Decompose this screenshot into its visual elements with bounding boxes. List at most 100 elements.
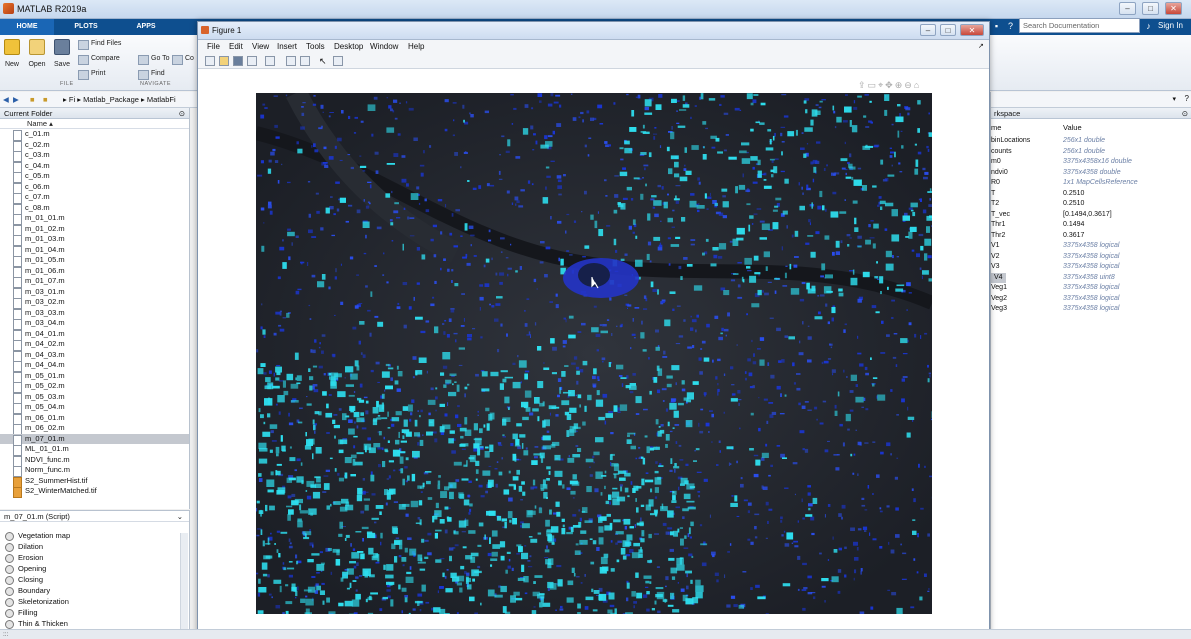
menu-desktop[interactable]: Desktop xyxy=(334,40,363,54)
breadcrumb[interactable]: ▸ Fi ▸ Matlab_Package ▸ MatlabFi xyxy=(63,92,176,108)
menu-help[interactable]: Help xyxy=(408,40,424,54)
pointer-icon[interactable]: ↖ xyxy=(319,56,329,66)
print-button[interactable]: Print xyxy=(78,68,105,80)
find-button[interactable]: Find xyxy=(138,68,165,80)
panel-menu-icon[interactable]: ⊙ xyxy=(179,108,185,119)
workspace-variable-row[interactable]: R0 1x1 MapCellsReference xyxy=(991,178,1191,189)
insert-colorbar-icon[interactable] xyxy=(286,56,296,66)
breadcrumb-item[interactable]: MatlabFi xyxy=(147,95,176,104)
workspace-variable-row[interactable]: Thr2 0.3617 xyxy=(991,231,1191,242)
menu-window[interactable]: Window xyxy=(370,40,398,54)
vegetation-map-image[interactable] xyxy=(256,93,932,614)
file-item[interactable]: m_05_02.m xyxy=(0,381,189,393)
workspace-variable-row[interactable]: T_vec [0.1494,0.3617] xyxy=(991,210,1191,221)
tab-home[interactable]: HOME xyxy=(0,19,54,35)
file-item[interactable]: m_01_07.m xyxy=(0,276,189,288)
workspace-variable-row[interactable]: ndvi0 3375x4358 double xyxy=(991,168,1191,179)
code-section-item[interactable]: Erosion xyxy=(0,552,189,563)
file-item[interactable]: NDVI_func.m xyxy=(0,455,189,466)
code-section-item[interactable]: Vegetation map xyxy=(0,530,189,541)
menu-file[interactable]: File xyxy=(207,40,220,54)
figure-close-button[interactable]: ✕ xyxy=(960,24,984,36)
close-button[interactable]: ✕ xyxy=(1165,2,1182,15)
workspace-variable-row[interactable]: T2 0.2510 xyxy=(991,199,1191,210)
print-figure-icon[interactable] xyxy=(247,56,257,66)
workspace-variable-row[interactable]: counts 256x1 double xyxy=(991,147,1191,158)
workspace-variable-row[interactable]: V2 3375x4358 logical xyxy=(991,252,1191,263)
export-icon[interactable]: ⇪ xyxy=(858,80,868,90)
open-file-icon[interactable] xyxy=(219,56,229,66)
new-button[interactable]: New xyxy=(1,39,23,68)
code-section-item[interactable]: Opening xyxy=(0,563,189,574)
breadcrumb-item[interactable]: Matlab_Package xyxy=(83,95,139,104)
insert-legend-icon[interactable] xyxy=(300,56,310,66)
go-to-button[interactable]: Go To xyxy=(138,53,170,65)
file-item[interactable]: c_08.m xyxy=(0,203,189,214)
file-item[interactable]: m_05_03.m xyxy=(0,392,189,403)
sign-in-link[interactable]: Sign In xyxy=(1158,20,1183,32)
file-item[interactable]: m_01_05.m xyxy=(0,255,189,267)
file-item[interactable]: c_03.m xyxy=(0,150,189,162)
code-section-item[interactable]: Boundary xyxy=(0,585,189,596)
open-button[interactable]: Open xyxy=(26,39,48,68)
workspace-variable-row[interactable]: V3 3375x4358 logical xyxy=(991,262,1191,273)
file-item[interactable]: m_06_01.m xyxy=(0,413,189,424)
file-item[interactable]: m_01_04.m xyxy=(0,245,189,256)
forward-arrow-icon[interactable]: ▶ xyxy=(13,92,19,108)
menu-view[interactable]: View xyxy=(252,40,269,54)
save-quick-icon[interactable]: ▪ xyxy=(990,20,1003,32)
file-item[interactable]: m_01_02.m xyxy=(0,224,189,235)
workspace-variable-row[interactable]: Veg1 3375x4358 logical xyxy=(991,283,1191,294)
chevron-down-icon[interactable]: ▾ xyxy=(1172,95,1176,103)
back-arrow-icon[interactable]: ◀ xyxy=(3,92,9,108)
workspace-variable-row[interactable]: m0 3375x4358x16 double xyxy=(991,157,1191,168)
file-item[interactable]: ML_01_01.m xyxy=(0,444,189,456)
file-item[interactable]: c_07.m xyxy=(0,192,189,204)
maximize-button[interactable]: □ xyxy=(1142,2,1159,15)
workspace-variable-row[interactable]: T 0.2510 xyxy=(991,189,1191,200)
file-item[interactable]: m_01_01.m xyxy=(0,213,189,225)
panel-menu-icon[interactable]: ⊙ xyxy=(1182,108,1188,119)
file-item[interactable]: c_06.m xyxy=(0,182,189,193)
breadcrumb-item[interactable]: Fi xyxy=(69,95,75,104)
file-item[interactable]: m_01_03.m xyxy=(0,234,189,246)
file-item[interactable]: c_05.m xyxy=(0,171,189,183)
file-item[interactable]: m_05_04.m xyxy=(0,402,189,414)
code-section-item[interactable]: Closing xyxy=(0,574,189,585)
code-section-item[interactable]: Skeletonization xyxy=(0,596,189,607)
help-icon[interactable]: ? xyxy=(1185,94,1189,103)
figure-maximize-button[interactable]: □ xyxy=(940,24,956,36)
file-item[interactable]: m_04_01.m xyxy=(0,329,189,340)
workspace-variable-row[interactable]: Thr1 0.1494 xyxy=(991,220,1191,231)
save-figure-icon[interactable] xyxy=(233,56,243,66)
file-item[interactable]: m_04_03.m xyxy=(0,350,189,361)
save-button[interactable]: Save xyxy=(51,39,73,68)
find-files-button[interactable]: Find Files xyxy=(78,38,121,50)
file-item[interactable]: c_01.m xyxy=(0,129,189,141)
brush-icon[interactable]: ▭ xyxy=(868,80,879,90)
workspace-variable-row[interactable]: Veg3 3375x4358 logical xyxy=(991,304,1191,315)
file-item[interactable]: Norm_func.m xyxy=(0,465,189,477)
tab-apps[interactable]: APPS xyxy=(118,19,174,35)
file-item[interactable]: m_03_01.m xyxy=(0,287,189,298)
comment-button[interactable]: Co xyxy=(172,53,194,65)
property-editor-icon[interactable] xyxy=(333,56,343,66)
menu-tools[interactable]: Tools xyxy=(306,40,325,54)
chevron-down-icon[interactable]: ⌄ xyxy=(177,511,183,522)
file-item[interactable]: m_04_04.m xyxy=(0,360,189,372)
file-item[interactable]: m_06_02.m xyxy=(0,423,189,435)
workspace-variable-row[interactable]: V1 3375x4358 logical xyxy=(991,241,1191,252)
workspace-variable-row[interactable]: V4 3375x4358 uint8 xyxy=(991,272,1191,283)
file-item[interactable]: m_05_01.m xyxy=(0,371,189,382)
pan-icon[interactable]: ✥ xyxy=(885,80,895,90)
file-item[interactable]: m_04_02.m xyxy=(0,339,189,351)
file-item[interactable]: c_02.m xyxy=(0,140,189,151)
workspace-variable-row[interactable]: binLocations 256x1 double xyxy=(991,136,1191,147)
help-icon[interactable]: ? xyxy=(1004,20,1017,32)
code-section-item[interactable]: Filling xyxy=(0,607,189,618)
file-item[interactable]: S2_WinterMatched.tif xyxy=(0,486,189,498)
bell-icon[interactable]: ♪ xyxy=(1142,20,1155,32)
file-item[interactable]: m_07_01.m xyxy=(0,433,189,445)
undock-icon[interactable]: ↗ xyxy=(978,40,984,54)
link-plot-icon[interactable] xyxy=(265,56,275,66)
